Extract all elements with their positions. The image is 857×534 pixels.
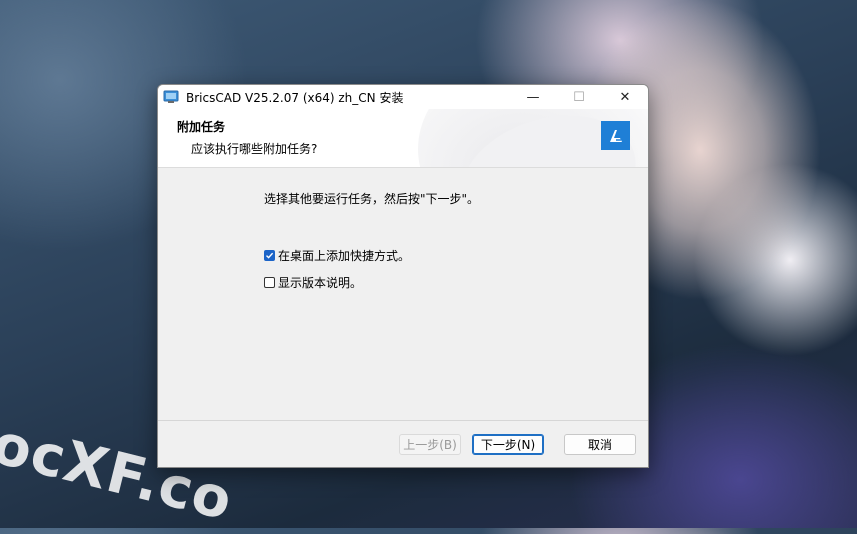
bricscad-logo-icon [601,121,630,150]
release-notes-label[interactable]: 显示版本说明。 [278,274,362,291]
page-title: 附加任务 [177,120,226,134]
release-notes-checkbox[interactable] [264,277,275,288]
checkmark-icon [266,252,274,259]
maximize-button[interactable]: ☐ [556,85,602,109]
task-desktop-shortcut[interactable]: 在桌面上添加快捷方式。 [264,247,410,264]
installer-window: BricsCAD V25.2.07 (x64) zh_CN 安装 — ☐ ✕ 附… [157,84,649,468]
wizard-content: 选择其他要运行任务，然后按"下一步"。 在桌面上添加快捷方式。 显示版本说明。 [158,168,648,420]
instruction-text: 选择其他要运行任务，然后按"下一步"。 [264,192,480,206]
minimize-button[interactable]: — [510,85,556,109]
title-bar[interactable]: BricsCAD V25.2.07 (x64) zh_CN 安装 — ☐ ✕ [158,85,648,109]
next-button[interactable]: 下一步(N) [472,434,544,455]
close-button[interactable]: ✕ [602,85,648,109]
installer-app-icon [163,90,179,104]
cancel-button[interactable]: 取消 [564,434,636,455]
window-title: BricsCAD V25.2.07 (x64) zh_CN 安装 [186,90,404,105]
footer-divider [158,420,648,421]
desktop-shortcut-label[interactable]: 在桌面上添加快捷方式。 [278,247,410,264]
desktop-shortcut-checkbox[interactable] [264,250,275,261]
back-button[interactable]: 上一步(B) [399,434,461,455]
wizard-header: 附加任务 应该执行哪些附加任务? [158,109,648,168]
task-show-release-notes[interactable]: 显示版本说明。 [264,274,362,291]
page-subtitle: 应该执行哪些附加任务? [191,142,318,156]
